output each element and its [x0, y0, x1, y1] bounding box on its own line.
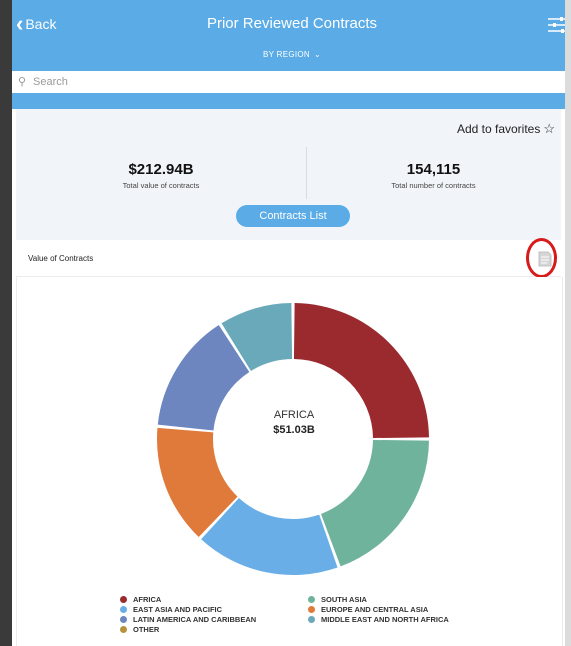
donut-chart: AFRICA $51.03B AFRICA SOUTH ASIA EAST ASIA… [16, 277, 563, 646]
chevron-down-icon: ⌄ [314, 50, 322, 59]
chevron-left-icon: ‹ [16, 11, 24, 36]
legend-color-dot [120, 596, 127, 603]
legend-item-africa[interactable]: AFRICA [120, 595, 161, 604]
legend-label: OTHER [133, 625, 160, 634]
donut-center-label: AFRICA [273, 409, 315, 421]
favorites-label: Add to favorites [456, 122, 541, 136]
total-number-stat: 154,115 Total number of contracts [306, 161, 561, 190]
legend-color-dot [308, 616, 315, 623]
back-button[interactable]: ‹ Back [16, 11, 57, 36]
legend-color-dot [120, 626, 127, 633]
total-value-label: Total value of contracts [122, 181, 200, 190]
chart-header: Value of Contracts [16, 240, 561, 277]
sliders-icon[interactable] [548, 16, 565, 34]
donut-slice-south-asia[interactable] [321, 439, 429, 567]
device-bezel-left [0, 0, 12, 646]
legend-label: MIDDLE EAST AND NORTH AFRICA [321, 615, 449, 624]
donut-center-value: $51.03B [273, 424, 315, 436]
legend-item-south-asia[interactable]: SOUTH ASIA [308, 595, 367, 604]
device-bezel-right [565, 0, 571, 646]
device-frame: ‹ Back Prior Reviewed Contracts BY REGIO… [0, 0, 571, 646]
add-to-favorites-button[interactable]: Add to favorites ☆ [457, 121, 555, 137]
search-input[interactable]: ⚲ Search [12, 71, 565, 94]
legend-label: EAST ASIA AND PACIFIC [133, 605, 223, 614]
legend-item-latin-america-and-caribbean[interactable]: LATIN AMERICA AND CARIBBEAN [120, 615, 256, 624]
chart-section-title: Value of Contracts [28, 254, 94, 263]
legend-color-dot [308, 606, 315, 613]
header-band [12, 93, 565, 109]
legend-item-east-asia-and-pacific[interactable]: EAST ASIA AND PACIFIC [120, 605, 222, 614]
contracts-list-button[interactable]: Contracts List [236, 205, 350, 227]
legend-color-dot [308, 596, 315, 603]
app-screen: ‹ Back Prior Reviewed Contracts BY REGIO… [12, 0, 565, 646]
total-value-stat: $212.94B Total value of contracts [16, 161, 306, 190]
donut-chart-svg [157, 303, 429, 575]
region-dropdown-label: BY REGION [262, 50, 310, 59]
summary-panel: Add to favorites ☆ $212.94B Total value o… [16, 109, 561, 240]
legend-color-dot [120, 616, 127, 623]
legend-label: LATIN AMERICA AND CARIBBEAN [133, 615, 257, 624]
legend-label: EUROPE AND CENTRAL ASIA [321, 605, 429, 614]
legend-item-other[interactable]: OTHER [120, 625, 159, 634]
legend-item-middle-east-and-north-africa[interactable]: MIDDLE EAST AND NORTH AFRICA [308, 615, 449, 624]
navigation-bar: ‹ Back Prior Reviewed Contracts BY REGIO… [12, 0, 565, 71]
legend-label: AFRICA [133, 595, 162, 604]
page-title: Prior Reviewed Contracts [206, 15, 378, 32]
total-number-label: Total number of contracts [391, 181, 476, 190]
legend-item-europe-and-central-asia[interactable]: EUROPE AND CENTRAL ASIA [308, 605, 428, 614]
search-icon: ⚲ [18, 76, 27, 88]
back-label: Back [25, 16, 57, 32]
total-number: 154,115 [406, 161, 461, 178]
total-value: $212.94B [128, 161, 194, 178]
highlight-circle [526, 238, 557, 278]
legend-color-dot [120, 606, 127, 613]
search-placeholder: Search [33, 76, 68, 88]
region-dropdown[interactable]: BY REGION ⌄ [242, 50, 342, 59]
star-icon: ☆ [543, 121, 555, 136]
legend-label: SOUTH ASIA [321, 595, 367, 604]
